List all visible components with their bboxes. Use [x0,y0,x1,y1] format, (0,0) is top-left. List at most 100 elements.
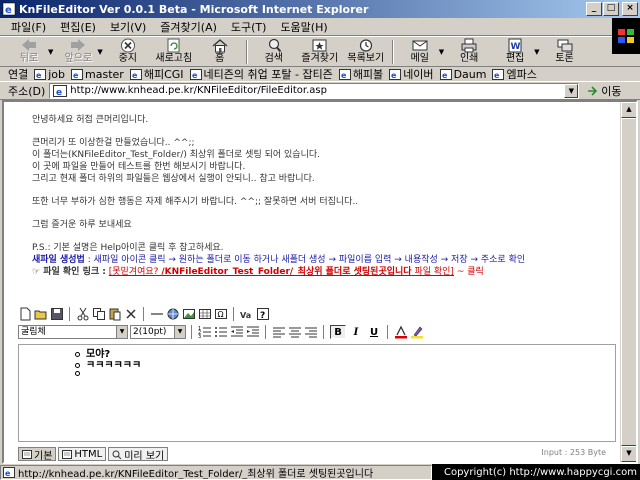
font-size-select[interactable]: 2(10pt) ▼ [130,325,186,339]
back-dropdown-icon[interactable]: ▼ [48,48,53,56]
link-happycgi[interactable]: e 해피CGI [129,66,184,82]
forward-dropdown-icon[interactable]: ▼ [97,48,102,56]
address-dropdown-icon[interactable]: ▼ [564,83,579,98]
editor-separator [265,325,267,339]
svg-text:Va: Va [240,311,251,320]
history-button[interactable]: 목록보기 [343,38,389,66]
outdent-icon[interactable] [230,325,244,339]
link-job[interactable]: e job [34,68,65,81]
align-right-icon[interactable] [304,325,318,339]
page-icon: e [189,68,202,80]
back-button[interactable]: 뒤로 [6,38,52,66]
link-label: 네티즌의 취업 포탈 - 잡티즌 [203,68,333,81]
print-button[interactable]: 인쇄 [446,38,492,66]
editor-bullet-list: 모야? ㅋㅋㅋㅋㅋㅋ [75,349,141,376]
file-link-path[interactable]: /KNFileEditor_Test_Folder/_최상위 폴더로 셋팅된곳입… [161,267,411,277]
editor-line-text: ㅋㅋㅋㅋㅋㅋ [86,360,142,371]
bold-button[interactable]: B [330,325,346,339]
text-color-icon[interactable] [394,325,408,339]
page-icon: e [34,68,47,80]
link-happyball[interactable]: e 해피볼 [338,66,383,82]
edit-dropdown-icon[interactable]: ▼ [534,48,539,56]
menu-view[interactable]: 보기(V) [103,19,153,35]
ordered-list-icon[interactable]: 123 [198,325,212,339]
file-link-check[interactable]: 파일 확인] [412,267,454,277]
file-link-label: ☞ 파일 확인 링크 : [32,267,106,277]
scroll-up-icon[interactable]: ▲ [621,102,636,118]
scroll-down-icon[interactable]: ▼ [621,446,636,462]
vertical-scrollbar[interactable]: ▲ ▼ [620,102,636,462]
open-folder-icon[interactable] [34,307,48,321]
new-file-icon[interactable] [18,307,32,321]
menu-file[interactable]: 파일(F) [4,19,53,35]
discuss-button[interactable]: 토론 [542,38,588,66]
file-link-open[interactable]: [못믿겨여요? [109,267,162,277]
image-icon[interactable] [182,307,196,321]
horizontal-rule-icon[interactable] [150,307,164,321]
paste-icon[interactable] [108,307,122,321]
font-select[interactable]: 굴림체 ▼ [18,325,128,339]
page-icon: e [53,84,68,97]
minimize-button[interactable]: _ [586,2,602,16]
maximize-button[interactable]: □ [603,2,619,16]
editor-text-area[interactable]: 모야? ㅋㅋㅋㅋㅋㅋ [18,344,616,442]
home-icon [212,38,228,52]
svg-text:e: e [36,71,42,80]
indent-icon[interactable] [246,325,260,339]
link-daum[interactable]: e Daum [439,68,486,81]
align-center-icon[interactable] [288,325,302,339]
mail-button[interactable]: 메일 [397,38,443,66]
go-button[interactable]: 이동 [587,83,622,99]
ps-text: P.S.: 기본 설명은 Help아이콘 클릭 후 참고하세요. [32,243,224,253]
link-jobtizen[interactable]: e 네티즌의 취업 포탈 - 잡티즌 [189,66,333,82]
search-button[interactable]: 검색 [251,38,297,66]
link-empas[interactable]: e 엠파스 [492,66,537,82]
scroll-thumb[interactable] [621,118,636,446]
address-input[interactable]: e http://www.knhead.pe.kr/KNFileEditor/F… [49,82,580,99]
table-icon[interactable] [198,307,212,321]
delete-icon[interactable] [124,307,138,321]
menu-tools[interactable]: 도구(T) [224,19,274,35]
copy-icon[interactable] [92,307,106,321]
forward-arrow-icon [71,38,86,51]
highlight-color-icon[interactable] [410,325,424,339]
mode-tab-basic[interactable]: 기본 [18,447,57,462]
page-icon: e [71,68,84,80]
menu-edit[interactable]: 편집(E) [53,19,103,35]
link-naver[interactable]: e 네이버 [389,66,434,82]
editor-separator [387,325,389,339]
editor-separator [69,307,71,321]
editor-toolbar-format: 굴림체 ▼ 2(10pt) ▼ 123 B I U [18,324,616,340]
mail-dropdown-icon[interactable]: ▼ [439,48,444,56]
mode-tab-preview[interactable]: 미리 보기 [108,447,169,462]
special-char-icon[interactable]: Ω [214,307,228,321]
refresh-button[interactable]: 새로고침 [151,38,197,66]
save-icon[interactable] [50,307,64,321]
bullet-list-icon[interactable] [214,325,228,339]
align-left-icon[interactable] [272,325,286,339]
favorites-button[interactable]: 즐겨찾기 [297,38,343,66]
mode-tab-html[interactable]: HTML [58,447,107,461]
stop-button[interactable]: 중지 [105,38,151,66]
edit-button[interactable]: W 편집 [492,38,538,66]
favorites-icon [312,39,327,51]
editor-toolbar-top: Ω Va ? [18,306,616,322]
title-bar: e KnFileEditor Ver 0.0.1 Beta - Microsof… [0,0,640,18]
page-icon: e [439,68,452,80]
forward-button[interactable]: 앞으로 [55,38,101,66]
italic-button[interactable]: I [348,325,364,339]
font-size-value: 2(10pt) [133,327,167,337]
link-master[interactable]: e master [71,68,124,81]
menu-favorites[interactable]: 즐겨찾기(A) [153,19,224,35]
cut-icon[interactable] [76,307,90,321]
close-button[interactable]: × [622,2,638,16]
home-button[interactable]: 홈 [197,38,243,66]
help-icon[interactable]: ? [256,307,270,321]
underline-button[interactable]: U [366,325,382,339]
mail-icon [412,40,428,50]
link-icon[interactable] [166,307,180,321]
html-mode-icon [62,449,73,459]
menu-help[interactable]: 도움말(H) [273,19,334,35]
source-icon[interactable]: Va [240,307,254,321]
printer-icon [461,38,477,52]
